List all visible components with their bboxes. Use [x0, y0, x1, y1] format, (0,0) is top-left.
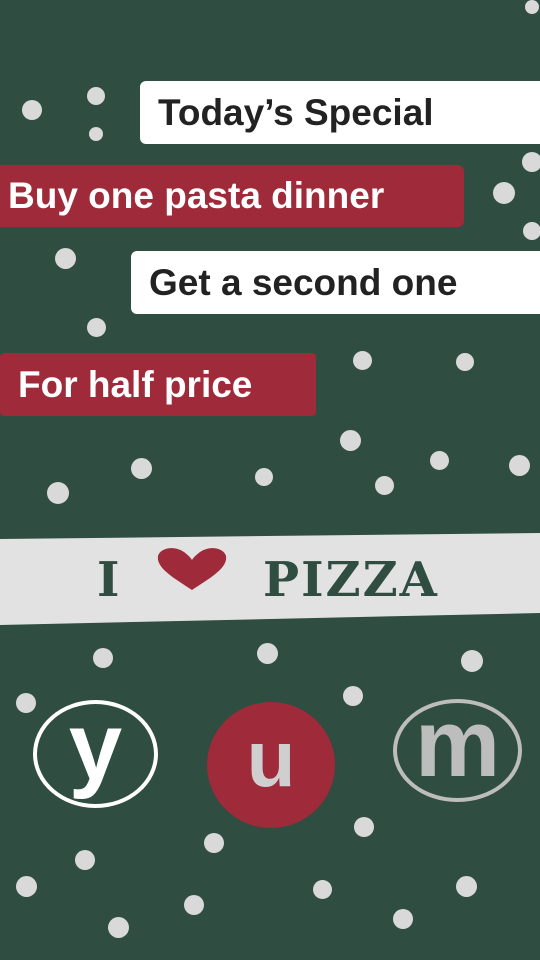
confetti-dot [522, 152, 540, 172]
confetti-dot [461, 650, 483, 672]
confetti-dot [353, 351, 372, 370]
confetti-dot [525, 0, 539, 14]
confetti-dot [87, 87, 105, 105]
confetti-dot [393, 909, 413, 929]
offer-line-half-price: For half price [0, 353, 316, 416]
confetti-dot [16, 693, 36, 713]
confetti-dot [523, 222, 540, 240]
offer-line-buy-one: Buy one pasta dinner [0, 165, 464, 227]
confetti-dot [456, 876, 477, 897]
headline-todays-special: Today’s Special [140, 81, 540, 144]
confetti-dot [184, 895, 204, 915]
yum-letter-u: u [207, 702, 335, 828]
confetti-dot [93, 648, 113, 668]
confetti-dot [340, 430, 361, 451]
confetti-dot [493, 182, 515, 204]
banner-text-i: I [97, 552, 120, 608]
confetti-dot [430, 451, 449, 470]
confetti-dot [108, 917, 129, 938]
confetti-dot [313, 880, 332, 899]
yum-letter-y: y [33, 697, 158, 808]
confetti-dot [75, 850, 95, 870]
confetti-dot [55, 248, 76, 269]
confetti-dot [255, 468, 273, 486]
confetti-dot [375, 476, 394, 495]
confetti-dot [89, 127, 103, 141]
banner-text-pizza: PIZZA [263, 552, 439, 608]
heart-icon [157, 548, 227, 590]
yum-letter-m: m [393, 695, 522, 802]
confetti-dot [456, 353, 474, 371]
offer-line-get-second: Get a second one [131, 251, 540, 314]
story-canvas: Today’s Special Buy one pasta dinner Get… [0, 0, 540, 960]
confetti-dot [204, 833, 224, 853]
confetti-dot [47, 482, 69, 504]
confetti-dot [22, 100, 42, 120]
confetti-dot [509, 455, 530, 476]
confetti-dot [131, 458, 152, 479]
confetti-dot [354, 817, 374, 837]
confetti-dot [257, 643, 278, 664]
confetti-dot [16, 876, 37, 897]
confetti-dot [343, 686, 363, 706]
confetti-dot [87, 318, 106, 337]
